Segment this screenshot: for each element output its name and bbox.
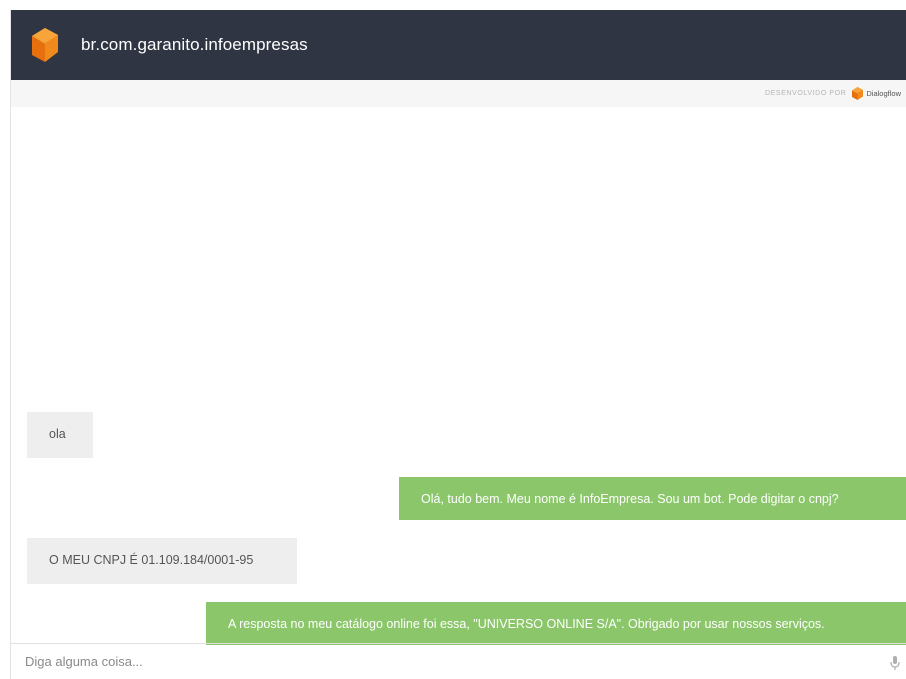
agent-title: br.com.garanito.infoempresas: [81, 35, 308, 54]
microphone-icon[interactable]: [889, 655, 901, 671]
conversation: ola Olá, tudo bem. Meu nome é InfoEmpres…: [11, 107, 906, 645]
bot-message: Olá, tudo bem. Meu nome é InfoEmpresa. S…: [399, 477, 906, 520]
bot-message: A resposta no meu catálogo online foi es…: [206, 602, 906, 645]
agent-logo-icon: [32, 28, 58, 62]
user-message: O MEU CNPJ É 01.109.184/0001-95: [27, 538, 297, 584]
chat-window: br.com.garanito.infoempresas DESENVOLVID…: [10, 10, 906, 679]
powered-by-label: DESENVOLVIDO POR: [764, 90, 847, 97]
message-input-bar: [11, 643, 906, 679]
dialogflow-brand: Dialogflow: [866, 89, 901, 98]
dialogflow-logo-icon: [852, 87, 864, 100]
message-input[interactable]: [25, 654, 855, 669]
powered-by-bar: DESENVOLVIDO POR Dialogflow: [11, 80, 906, 107]
chat-header: br.com.garanito.infoempresas: [11, 10, 906, 80]
user-message: ola: [27, 412, 93, 458]
